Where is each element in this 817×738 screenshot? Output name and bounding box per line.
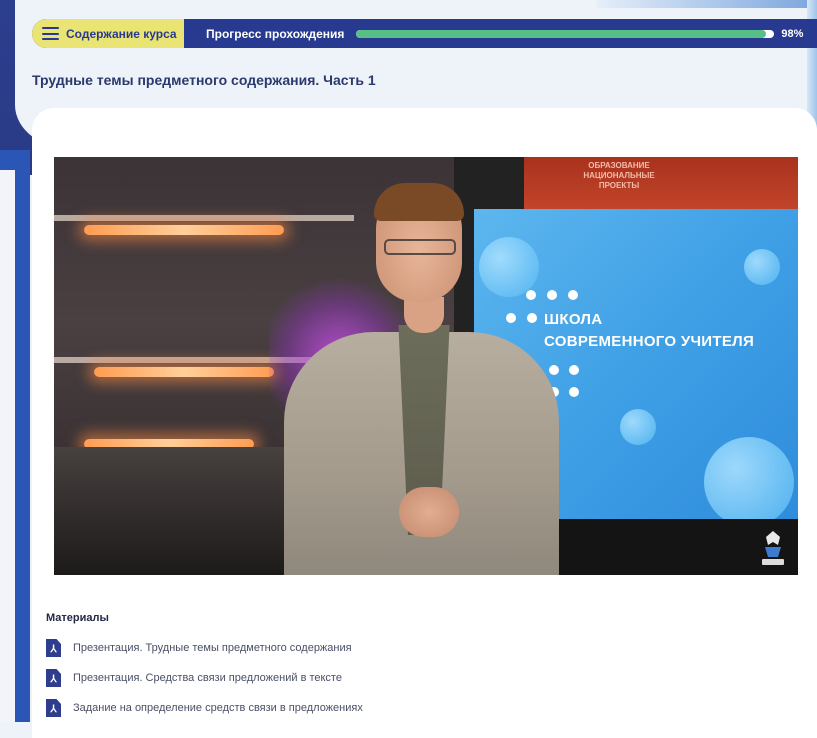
video-scene-shelf-light — [94, 367, 274, 377]
presenter-hands — [399, 487, 459, 537]
video-scene-dot — [569, 387, 579, 397]
video-scene-bubble — [744, 249, 780, 285]
material-label: Презентация. Трудные темы предметного со… — [73, 642, 352, 654]
video-scene-dot — [569, 365, 579, 375]
pdf-icon: ⅄ — [46, 639, 61, 657]
lesson-video-player[interactable]: ОБРАЗОВАНИЕ НАЦИОНАЛЬНЫЕ ПРОЕКТЫ ШКОЛА С… — [54, 157, 798, 575]
material-link-assignment[interactable]: ⅄ Задание на определение средств связи в… — [46, 699, 363, 717]
material-label: Задание на определение средств связи в п… — [73, 702, 363, 714]
academy-logo-icon — [762, 531, 784, 565]
video-scene-bubble — [620, 409, 656, 445]
course-contents-label: Содержание курса — [66, 26, 177, 41]
video-scene-dot — [527, 313, 537, 323]
presenter-neck — [404, 297, 444, 333]
video-screen-line1: ШКОЛА — [544, 311, 603, 328]
video-scene-shelf — [54, 215, 354, 221]
video-scene-dot — [568, 290, 578, 300]
hamburger-menu-icon — [42, 27, 59, 40]
video-screen-text: ШКОЛА СОВРЕМЕННОГО УЧИТЕЛЯ — [544, 309, 754, 353]
video-scene-dot — [526, 290, 536, 300]
video-scene-bubble — [479, 237, 539, 297]
course-header-bar: Содержание курса Прогресс прохождения 98… — [32, 19, 817, 48]
pdf-icon: ⅄ — [46, 669, 61, 687]
material-link-presentation-difficult-topics[interactable]: ⅄ Презентация. Трудные темы предметного … — [46, 639, 352, 657]
presenter-glasses — [384, 239, 456, 255]
background-left-edge — [0, 170, 15, 722]
progress-label: Прогресс прохождения — [206, 26, 345, 41]
progress-bar — [356, 29, 775, 38]
video-screen-line2: СОВРЕМЕННОГО УЧИТЕЛЯ — [544, 333, 755, 350]
materials-heading: Материалы — [46, 612, 109, 624]
video-scene-sign-text: ОБРАЗОВАНИЕ НАЦИОНАЛЬНЫЕ ПРОЕКТЫ — [583, 161, 655, 190]
video-scene-red-panel — [524, 157, 798, 209]
video-scene-dot — [506, 313, 516, 323]
pdf-icon: ⅄ — [46, 699, 61, 717]
video-scene-dot — [549, 365, 559, 375]
video-scene-bubble — [704, 437, 794, 527]
material-label: Презентация. Средства связи предложений … — [73, 672, 342, 684]
video-scene-shelf-light — [84, 225, 284, 235]
video-scene-dot — [547, 290, 557, 300]
progress-percentage: 98% — [781, 27, 804, 40]
material-link-presentation-sentence-links[interactable]: ⅄ Презентация. Средства связи предложени… — [46, 669, 342, 687]
progress-bar-fill — [356, 29, 767, 38]
page-title: Трудные темы предметного содержания. Час… — [32, 72, 376, 88]
presenter-hair — [374, 183, 464, 221]
background-top-corner — [597, 0, 817, 8]
course-contents-button[interactable]: Содержание курса — [32, 19, 184, 48]
